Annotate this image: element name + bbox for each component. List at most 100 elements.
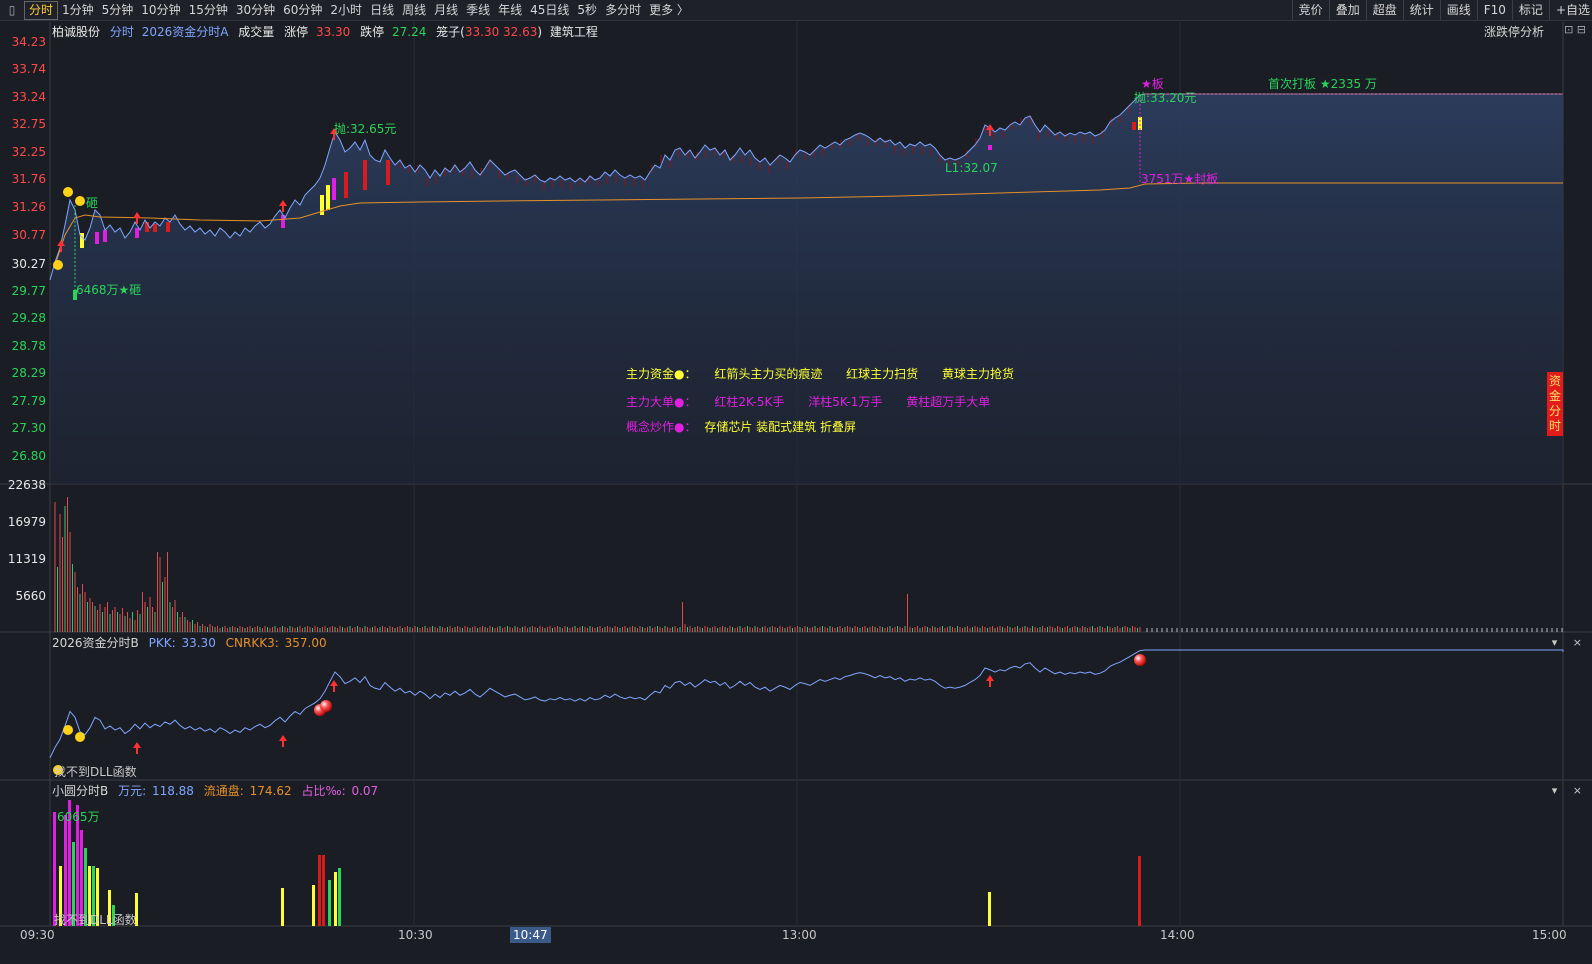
panel-c-header: 小圆分时B 万元: 118.88 流通盘: 174.62 占比‰: 0.07: [52, 782, 384, 799]
volume-tick: 16979: [7, 515, 46, 529]
price-tick: 31.76: [11, 172, 46, 186]
panel-c-bar: [334, 872, 337, 926]
capital-intraday-side-button[interactable]: 资金分时: [1547, 372, 1563, 436]
main-capital-bar: [326, 185, 330, 210]
price-tick: 28.29: [11, 366, 46, 380]
yellow-ball-marker: [53, 260, 63, 270]
panel-c-bar: [281, 888, 284, 926]
smash-amount-annotation: 6468万★砸: [76, 283, 142, 297]
indicator-name[interactable]: 2026资金分时A: [142, 25, 229, 39]
red-arrow-marker: [330, 680, 338, 692]
panel-b-line-path: [49, 649, 1564, 759]
time-tick: 15:00: [1532, 928, 1567, 942]
red-arrow-marker: [133, 742, 141, 754]
panel-b-controls[interactable]: ▾ ×: [1552, 636, 1588, 649]
price-tick: 26.80: [11, 449, 46, 463]
volume-tick: 22638: [7, 478, 46, 492]
legend-item: 红箭头主力买的痕迹: [714, 367, 823, 381]
panel-c-bar: [322, 855, 325, 926]
panel-b-dll-message: 找不到DLL函数: [54, 765, 137, 779]
legend-label: 主力资金●：: [626, 367, 697, 381]
price-tick: 33.74: [11, 62, 46, 76]
main-capital-bar: [988, 145, 992, 150]
volume-label: 成交量: [238, 25, 275, 39]
cage-suffix: ): [537, 25, 543, 39]
panel-b-header: 2026资金分时B PKK: 33.30 CNRKK3: 357.00: [52, 634, 333, 651]
limit-up-label: 涨停: [284, 25, 309, 39]
price-tick-base: 30.27: [11, 257, 46, 271]
legend-label: 主力大单●：: [626, 395, 697, 409]
limit-up-value: 33.30: [315, 25, 351, 39]
red-ball-marker: [1134, 654, 1146, 666]
limit-down-label: 跌停: [360, 25, 385, 39]
sell-annotation: 抛:32.65元: [334, 122, 397, 136]
seal-annotation: 3751万★封板: [1141, 172, 1219, 186]
panel-c-dll-message: 找不到DLL函数: [54, 913, 137, 927]
main-capital-bar: [386, 160, 390, 185]
chart-mode: 分时: [109, 25, 134, 39]
price-tick: 29.77: [11, 284, 46, 298]
panel-b-title[interactable]: 2026资金分时B: [52, 636, 139, 650]
red-arrow-marker: [279, 735, 287, 747]
panel-c-bars: [53, 800, 1141, 926]
volume-bars: [54, 497, 1563, 632]
main-capital-bar: [135, 228, 139, 238]
limit-analysis-button[interactable]: 涨跌停分析: [1484, 23, 1544, 40]
intraday-chart[interactable]: [0, 0, 1592, 964]
legend-item: 洋柱5K-1万手: [808, 395, 883, 409]
float-label: 流通盘:: [203, 784, 244, 798]
stock-info-bar: 柏诚股份 分时 2026资金分时A 成交量 涨停 33.30 跌停 27.24 …: [52, 23, 604, 40]
panel-c-bar: [312, 885, 315, 926]
panel-c-bar: [64, 815, 67, 926]
pkk-value: 33.30: [181, 636, 216, 650]
yellow-ball-marker: [63, 725, 73, 735]
panel-window-controls[interactable]: ⊡ ⊟: [1564, 23, 1586, 36]
panel-c-bar: [988, 892, 991, 926]
price-tick: 30.77: [11, 228, 46, 242]
price-tick: 29.28: [11, 311, 46, 325]
price-tick: 32.25: [11, 145, 46, 159]
main-capital-bar: [153, 224, 157, 232]
panel-c-title[interactable]: 小圆分时B: [52, 784, 108, 798]
cnrkk-label: CNRKK3:: [225, 636, 279, 650]
price-tick: 34.23: [11, 35, 46, 49]
panel-b-line: [49, 649, 1564, 775]
ratio-label: 占比‰:: [301, 784, 346, 798]
float-value: 174.62: [249, 784, 292, 798]
legend-item: 红柱2K-5K手: [714, 395, 785, 409]
price-tick: 31.26: [11, 200, 46, 214]
price-tick: 33.24: [11, 90, 46, 104]
main-capital-bar: [332, 178, 336, 200]
cage-prefix: 笼子(: [436, 25, 465, 39]
sector-name: 建筑工程: [549, 25, 598, 39]
panel-c-bar: [318, 855, 321, 926]
wan-value: 118.88: [151, 784, 194, 798]
panel-c-bar: [328, 880, 331, 926]
time-tick: 13:00: [782, 928, 817, 942]
main-capital-bar: [363, 160, 367, 190]
legend-item: 黄柱超万手大单: [906, 395, 991, 409]
main-capital-bar: [166, 222, 170, 232]
legend-concepts: 存储芯片 装配式建筑 折叠屏: [704, 420, 856, 434]
yellow-ball-marker: [75, 196, 85, 206]
legend-main-capital: 主力资金●： 红箭头主力买的痕迹 红球主力扫货 黄球主力抢货: [626, 365, 1034, 382]
red-ball-marker: [320, 700, 332, 712]
first-board-annotation: 首次打板 ★2335 万: [1268, 77, 1377, 91]
wan-label: 万元:: [118, 784, 147, 798]
smash-annotation: 砸: [86, 196, 99, 210]
price-tick: 28.78: [11, 339, 46, 353]
legend-big-order: 主力大单●： 红柱2K-5K手 洋柱5K-1万手 黄柱超万手大单: [626, 393, 1010, 410]
pkk-label: PKK:: [148, 636, 176, 650]
main-capital-bar: [95, 232, 99, 244]
main-capital-bar: [103, 230, 107, 242]
yellow-ball-marker: [75, 732, 85, 742]
time-tick: 09:30: [20, 928, 55, 942]
cage-value: 33.30 32.63: [464, 25, 538, 39]
legend-item: 红球主力扫货: [846, 367, 919, 381]
volume-tick: 5660: [15, 589, 46, 603]
panel-c-controls[interactable]: ▾ ×: [1552, 784, 1588, 797]
ratio-value: 0.07: [351, 784, 379, 798]
time-cursor: 10:47: [510, 927, 551, 943]
main-capital-bar: [344, 172, 348, 198]
price-tick: 27.30: [11, 421, 46, 435]
